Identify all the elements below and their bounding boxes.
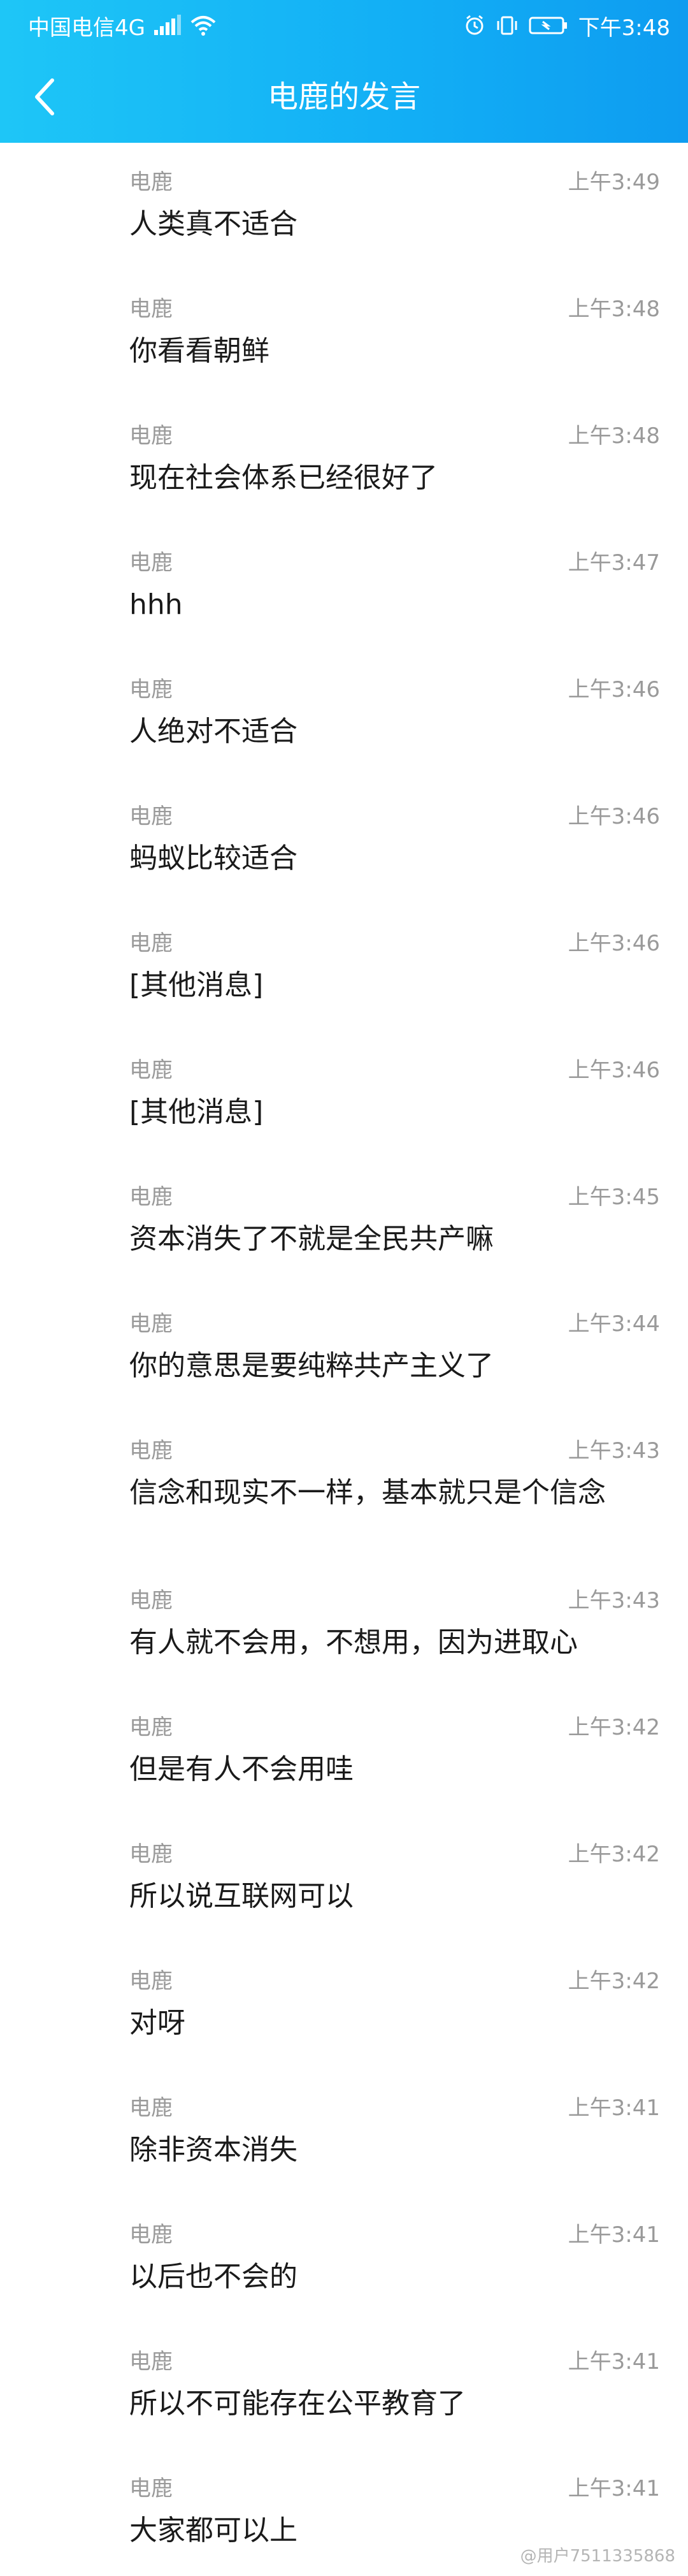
message-item[interactable]: 电鹿 上午3:41 以后也不会的 — [0, 2195, 688, 2322]
message-sender: 电鹿 — [129, 2222, 173, 2248]
message-time: 上午3:46 — [568, 677, 660, 702]
watermark: @用户7511335868 — [520, 2547, 675, 2566]
message-time: 上午3:41 — [568, 2349, 660, 2375]
message-item[interactable]: 电鹿 上午3:46 蚂蚁比较适合 — [0, 777, 688, 904]
message-time: 上午3:46 — [568, 804, 660, 829]
message-text: 以后也不会的 — [129, 2260, 297, 2293]
message-text: 所以说互联网可以 — [129, 1880, 354, 1912]
clock-label: 下午3:48 — [578, 15, 670, 41]
message-text: 所以不可能存在公平教育了 — [129, 2387, 466, 2420]
message-item[interactable]: 电鹿 上午3:42 对呀 — [0, 1942, 688, 2069]
message-text: 对呀 — [129, 2007, 185, 2039]
message-item[interactable]: 电鹿 上午3:45 资本消失了不就是全民共产嘛 — [0, 1158, 688, 1284]
message-item[interactable]: 电鹿 上午3:44 你的意思是要纯粹共产主义了 — [0, 1284, 688, 1411]
message-item[interactable]: 电鹿 上午3:42 所以说互联网可以 — [0, 1815, 688, 1942]
message-time: 上午3:41 — [568, 2476, 660, 2501]
navigation-bar: 电鹿的发言 — [0, 51, 688, 143]
battery-icon — [529, 16, 568, 35]
message-sender: 电鹿 — [129, 1311, 173, 1337]
message-time: 上午3:42 — [568, 1842, 660, 1867]
status-right: 下午3:48 — [464, 6, 670, 45]
message-text: [其他消息] — [129, 969, 264, 1001]
message-item[interactable]: 电鹿 上午3:46 人绝对不适合 — [0, 650, 688, 777]
message-time: 上午3:46 — [568, 1058, 660, 1083]
message-text: 你的意思是要纯粹共产主义了 — [129, 1350, 494, 1382]
message-time: 上午3:42 — [568, 1968, 660, 1994]
message-sender: 电鹿 — [129, 170, 173, 195]
message-sender: 电鹿 — [129, 1588, 173, 1613]
message-item[interactable]: 电鹿 上午3:48 你看看朝鲜 — [0, 270, 688, 397]
message-text: [其他消息] — [129, 1096, 264, 1128]
message-list: 电鹿 上午3:49 人类真不适合 电鹿 上午3:48 你看看朝鲜 电鹿 上午3:48 现在社会体… — [0, 143, 688, 2576]
status-left: 中国电信4G — [28, 6, 217, 45]
signal-icon — [153, 15, 182, 36]
message-sender: 电鹿 — [129, 1438, 173, 1464]
message-sender: 电鹿 — [129, 804, 173, 829]
message-time: 上午3:44 — [568, 1311, 660, 1337]
wifi-icon — [190, 15, 217, 36]
message-sender: 电鹿 — [129, 2095, 173, 2121]
message-time: 上午3:45 — [568, 1184, 660, 1210]
message-item[interactable]: 电鹿 上午3:41 所以不可能存在公平教育了 — [0, 2322, 688, 2449]
title-bar: 中国电信4G 下午3:48 电鹿的发言 — [0, 0, 688, 143]
message-item[interactable]: 电鹿 上午3:43 有人就不会用，不想用，因为进取心 — [0, 1561, 688, 1688]
message-time: 上午3:49 — [568, 170, 660, 195]
message-text: 但是有人不会用哇 — [129, 1753, 354, 1786]
page-title: 电鹿的发言 — [267, 79, 420, 115]
message-text: 信念和现实不一样，基本就只是个信念 — [129, 1476, 606, 1509]
message-item[interactable]: 电鹿 上午3:43 信念和现实不一样，基本就只是个信念 — [0, 1411, 688, 1561]
message-text: hhh — [129, 588, 183, 621]
message-sender: 电鹿 — [129, 1184, 173, 1210]
vibrate-icon — [496, 15, 519, 36]
message-sender: 电鹿 — [129, 2349, 173, 2375]
message-sender: 电鹿 — [129, 931, 173, 956]
message-time: 上午3:46 — [568, 931, 660, 956]
message-text: 有人就不会用，不想用，因为进取心 — [129, 1626, 578, 1659]
message-item[interactable]: 电鹿 上午3:46 [其他消息] — [0, 1031, 688, 1158]
alarm-icon — [464, 15, 485, 36]
message-text: 人绝对不适合 — [129, 715, 297, 748]
message-sender: 电鹿 — [129, 550, 173, 576]
message-text: 除非资本消失 — [129, 2134, 297, 2166]
message-item[interactable]: 电鹿 上午3:49 人类真不适合 — [0, 143, 688, 270]
message-item[interactable]: 电鹿 上午3:42 但是有人不会用哇 — [0, 1688, 688, 1815]
carrier-label: 中国电信4G — [28, 15, 145, 41]
message-text: 你看看朝鲜 — [129, 335, 269, 367]
message-text: 蚂蚁比较适合 — [129, 842, 297, 875]
message-time: 上午3:43 — [568, 1438, 660, 1464]
message-item[interactable]: 电鹿 上午3:48 现在社会体系已经很好了 — [0, 397, 688, 523]
message-sender: 电鹿 — [129, 1842, 173, 1867]
message-text: 资本消失了不就是全民共产嘛 — [129, 1223, 494, 1255]
message-time: 上午3:41 — [568, 2095, 660, 2121]
message-sender: 电鹿 — [129, 1968, 173, 1994]
message-time: 上午3:48 — [568, 296, 660, 322]
message-time: 上午3:47 — [568, 550, 660, 576]
message-sender: 电鹿 — [129, 2476, 173, 2501]
message-time: 上午3:42 — [568, 1715, 660, 1740]
message-time: 上午3:41 — [568, 2222, 660, 2248]
message-sender: 电鹿 — [129, 1058, 173, 1083]
message-item[interactable]: 电鹿 上午3:46 [其他消息] — [0, 904, 688, 1031]
status-bar: 中国电信4G 下午3:48 — [0, 0, 688, 51]
message-sender: 电鹿 — [129, 677, 173, 702]
message-text: 现在社会体系已经很好了 — [129, 462, 438, 494]
message-time: 上午3:43 — [568, 1588, 660, 1613]
message-sender: 电鹿 — [129, 1715, 173, 1740]
message-text: 人类真不适合 — [129, 208, 297, 240]
message-item[interactable]: 电鹿 上午3:41 除非资本消失 — [0, 2069, 688, 2195]
message-item[interactable]: 电鹿 上午3:47 hhh — [0, 523, 688, 650]
message-sender: 电鹿 — [129, 296, 173, 322]
message-time: 上午3:48 — [568, 423, 660, 449]
message-sender: 电鹿 — [129, 423, 173, 449]
